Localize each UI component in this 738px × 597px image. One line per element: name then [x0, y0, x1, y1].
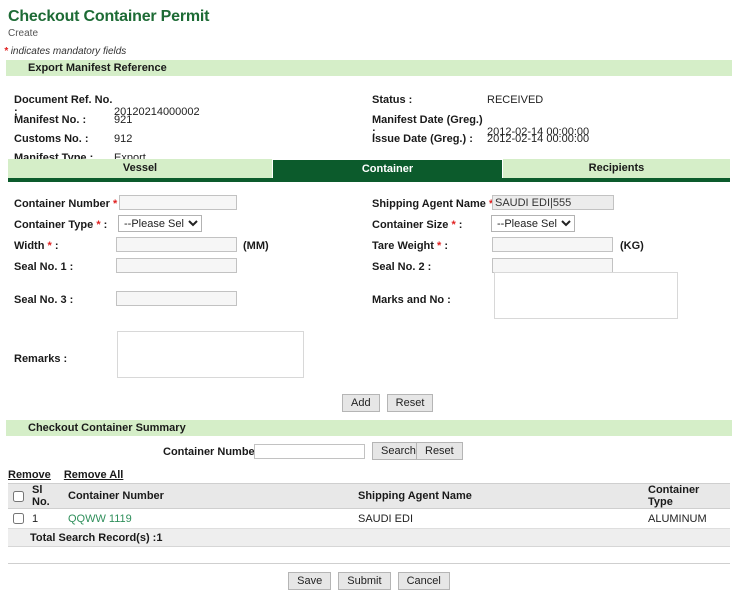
label-seal-no-2: Seal No. 2 :	[372, 261, 431, 273]
container-number-input[interactable]	[119, 195, 237, 210]
total-search-records-bar: Total Search Record(s) :1	[8, 529, 730, 547]
tare-weight-unit-label: (KG)	[620, 240, 644, 252]
required-asterisk-icon: *	[113, 198, 117, 210]
value-manifest-no: 921	[114, 114, 132, 126]
cell-shipping-agent-name: SAUDI EDI	[354, 509, 644, 529]
value-customs-no: 912	[114, 133, 132, 145]
label-summary-container-number: Container Number :	[163, 446, 266, 458]
required-asterisk-icon: *	[4, 46, 8, 57]
table-header: Sl No. Container Number Shipping Agent N…	[8, 484, 730, 509]
row-select-checkbox[interactable]	[13, 513, 24, 524]
tab-bar: Vessel Container Recipients	[8, 159, 730, 178]
label-status: Status :	[372, 94, 487, 106]
tab-recipients[interactable]: Recipients	[503, 159, 730, 178]
select-all-checkbox[interactable]	[13, 491, 24, 502]
table-header-row: Sl No. Container Number Shipping Agent N…	[8, 484, 730, 509]
label-marks-and-no: Marks and No :	[372, 294, 451, 306]
ref-row-manifest-no: Manifest No. :921	[14, 114, 132, 126]
page-header: Checkout Container Permit Create	[0, 0, 738, 40]
shipping-agent-name-input[interactable]	[492, 195, 614, 210]
cancel-button[interactable]: Cancel	[398, 572, 450, 590]
container-size-select[interactable]: --Please Select--	[491, 215, 575, 232]
label-manifest-no: Manifest No. :	[14, 114, 114, 126]
label-customs-no: Customs No. :	[14, 133, 114, 145]
container-number-link[interactable]: QQWW 1119	[68, 513, 132, 525]
tab-vessel[interactable]: Vessel	[8, 159, 272, 178]
export-manifest-reference-details: Document Ref. No. :20120214000002 Manife…	[0, 84, 738, 156]
required-asterisk-icon: *	[451, 219, 455, 231]
column-header-container-type: Container Type	[644, 484, 730, 509]
seal-no-1-input[interactable]	[116, 258, 237, 273]
column-header-sl-no: Sl No.	[28, 484, 64, 509]
seal-no-3-input[interactable]	[116, 291, 237, 306]
table-body: 1 QQWW 1119 SAUDI EDI ALUMINUM	[8, 509, 730, 529]
required-asterisk-icon: *	[48, 240, 52, 252]
ref-row-status: Status :RECEIVED	[372, 94, 543, 106]
section-header-export-manifest-reference: Export Manifest Reference	[6, 60, 732, 77]
remove-all-link[interactable]: Remove All	[64, 469, 124, 481]
form-action-buttons: Add Reset	[342, 394, 433, 412]
value-issue-date: 2012-02-14 00:00:00	[487, 133, 589, 145]
submit-button[interactable]: Submit	[338, 572, 390, 590]
tare-weight-input[interactable]	[492, 237, 613, 252]
summary-container-number-input[interactable]	[254, 444, 365, 459]
container-type-select[interactable]: --Please Select--	[118, 215, 202, 232]
remarks-textarea[interactable]	[117, 331, 304, 378]
page-subtitle: Create	[8, 27, 738, 40]
label-container-type: Container Type * :	[14, 219, 107, 231]
save-button[interactable]: Save	[288, 572, 331, 590]
label-issue-date: Issue Date (Greg.) :	[372, 133, 487, 145]
cell-container-type: ALUMINUM	[644, 509, 730, 529]
marks-and-no-textarea[interactable]	[494, 272, 678, 319]
mandatory-note-text: indicates mandatory fields	[11, 46, 127, 57]
column-header-container-number: Container Number	[64, 484, 354, 509]
label-width: Width * :	[14, 240, 59, 252]
required-asterisk-icon: *	[96, 219, 100, 231]
checkout-container-permit-page: Checkout Container Permit Create * indic…	[0, 0, 738, 597]
summary-search-row: Container Number : Search Reset	[0, 437, 738, 469]
container-form: Container Number * : Shipping Agent Name…	[0, 182, 738, 397]
label-remarks: Remarks :	[14, 353, 67, 365]
row-select-cell	[8, 509, 28, 529]
column-header-shipping-agent-name: Shipping Agent Name	[354, 484, 644, 509]
remove-link[interactable]: Remove	[8, 469, 51, 481]
cell-sl-no: 1	[28, 509, 64, 529]
ref-row-issue-date: Issue Date (Greg.) :2012-02-14 00:00:00	[372, 133, 589, 145]
width-input[interactable]	[116, 237, 237, 252]
value-status: RECEIVED	[487, 94, 543, 106]
required-asterisk-icon: *	[437, 240, 441, 252]
label-seal-no-3: Seal No. 3 :	[14, 294, 73, 306]
summary-reset-button[interactable]: Reset	[416, 442, 463, 460]
section-header-checkout-container-summary: Checkout Container Summary	[6, 420, 732, 437]
reset-form-button[interactable]: Reset	[387, 394, 434, 412]
label-seal-no-1: Seal No. 1 :	[14, 261, 73, 273]
tab-container[interactable]: Container	[272, 159, 503, 178]
mandatory-fields-note: * indicates mandatory fields	[4, 46, 738, 57]
width-unit-label: (MM)	[243, 240, 269, 252]
page-title: Checkout Container Permit	[8, 8, 738, 26]
label-tare-weight: Tare Weight * :	[372, 240, 448, 252]
remove-links-row: Remove Remove All	[0, 469, 738, 483]
summary-section: Checkout Container Summary Container Num…	[0, 420, 738, 590]
ref-row-customs-no: Customs No. :912	[14, 133, 132, 145]
table-row: 1 QQWW 1119 SAUDI EDI ALUMINUM	[8, 509, 730, 529]
label-container-size: Container Size * :	[372, 219, 462, 231]
seal-no-2-input[interactable]	[492, 258, 613, 273]
container-summary-table: Sl No. Container Number Shipping Agent N…	[8, 483, 730, 529]
footer-action-buttons: Save Submit Cancel	[0, 564, 738, 590]
cell-container-number: QQWW 1119	[64, 509, 354, 529]
add-button[interactable]: Add	[342, 394, 380, 412]
select-all-header-cell	[8, 484, 28, 509]
label-container-number: Container Number * :	[14, 198, 124, 210]
label-shipping-agent-name: Shipping Agent Name * :	[372, 198, 500, 210]
